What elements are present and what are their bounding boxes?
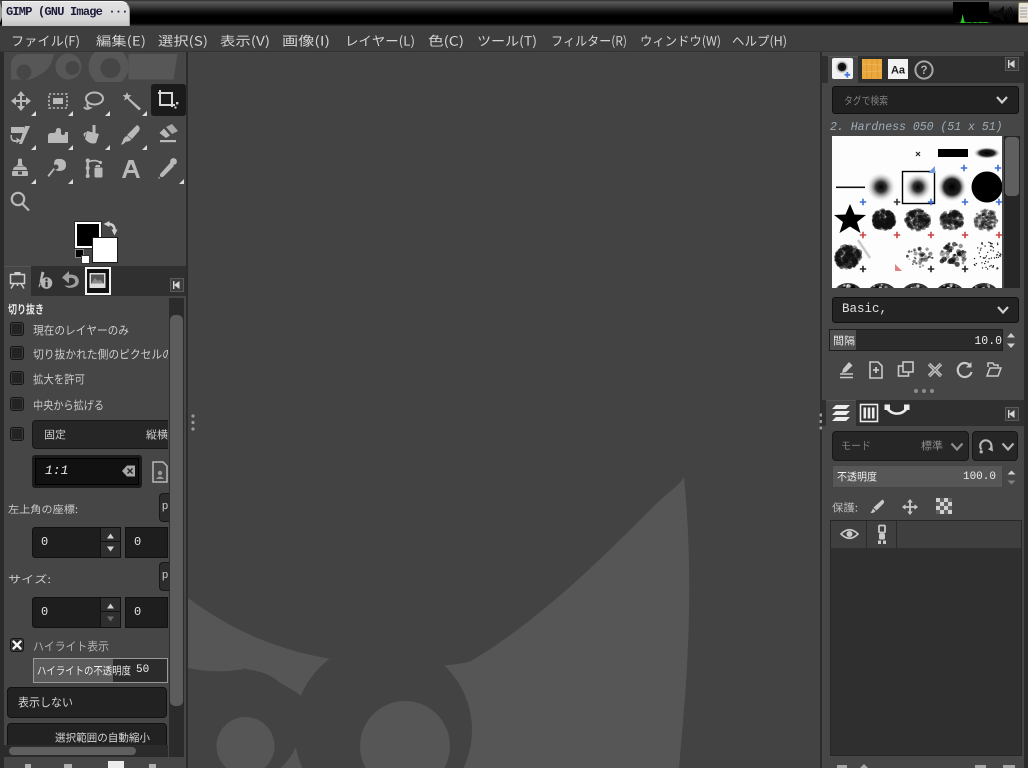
svg-text:?: ? [920, 65, 927, 77]
svg-text:Aa: Aa [891, 65, 906, 77]
